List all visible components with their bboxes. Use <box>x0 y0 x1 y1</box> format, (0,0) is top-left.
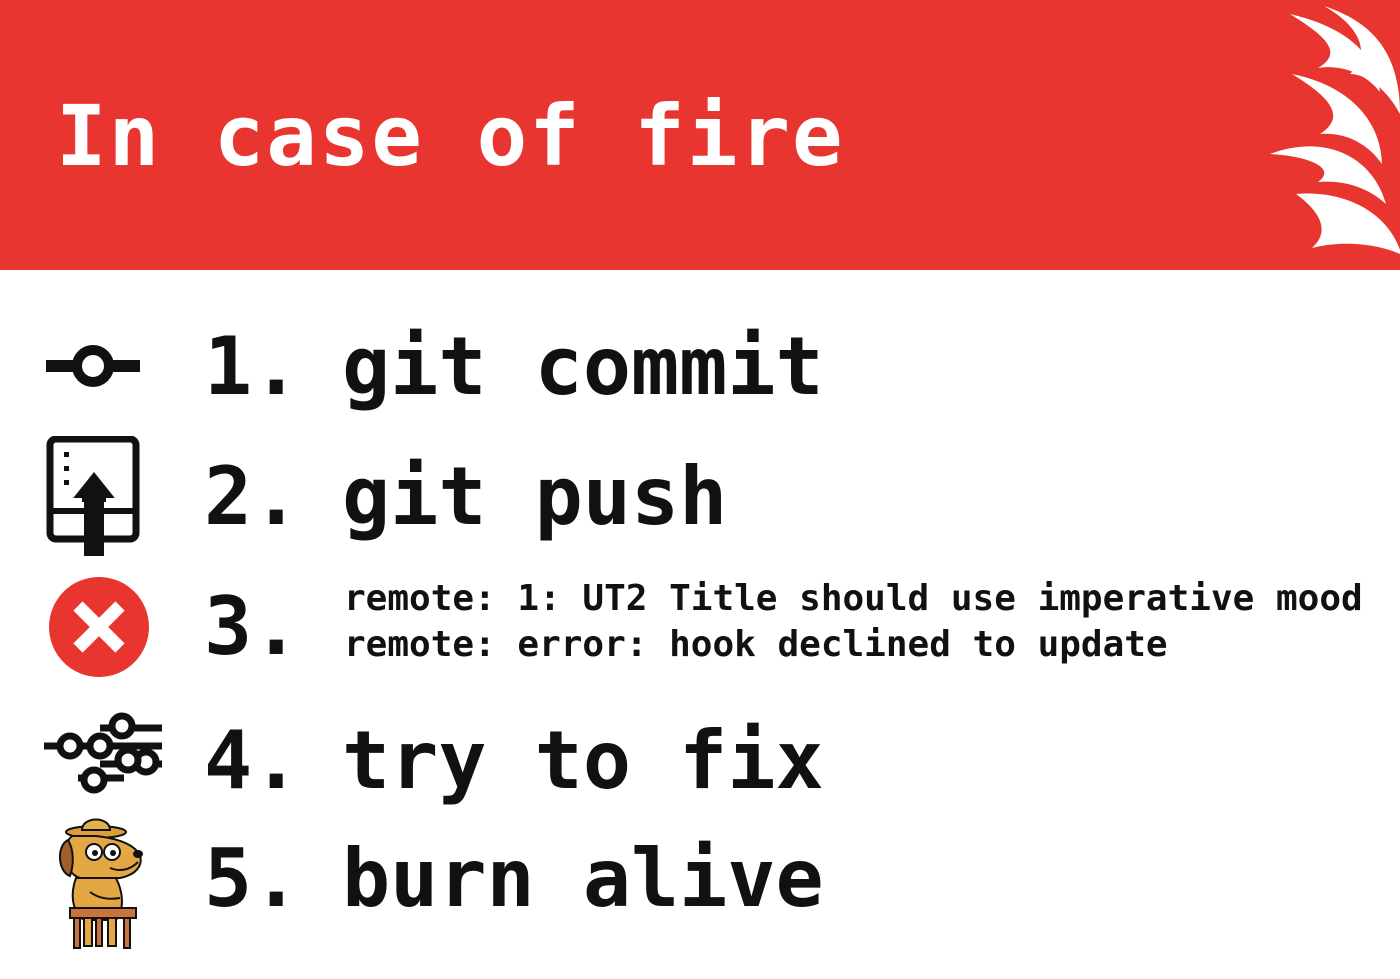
step-number: 4. <box>204 714 301 807</box>
step-label: git commit <box>342 320 824 413</box>
this-is-fine-dog-icon <box>59 818 143 949</box>
error-message-line-1: remote: 1: UT2 Title should use imperati… <box>344 578 1363 619</box>
git-branches-icon <box>44 712 162 794</box>
step-number: 1. <box>204 320 301 413</box>
flame-icon <box>1270 6 1400 254</box>
git-commit-icon <box>46 345 140 387</box>
error-x-icon <box>49 577 149 677</box>
step-number: 3. <box>204 580 301 673</box>
step-number: 5. <box>204 832 301 925</box>
step-number: 2. <box>204 450 301 543</box>
step-label: try to fix <box>342 714 824 807</box>
error-message-line-2: remote: error: hook declined to update <box>344 624 1168 665</box>
git-push-icon <box>46 436 140 556</box>
banner-title: In case of fire <box>56 87 845 185</box>
step-label: burn alive <box>342 832 824 925</box>
fire-safety-sign: In case of fire 1. git commit 2. git pus… <box>0 0 1400 979</box>
header-banner: In case of fire <box>0 0 1400 270</box>
step-label: git push <box>342 450 728 543</box>
